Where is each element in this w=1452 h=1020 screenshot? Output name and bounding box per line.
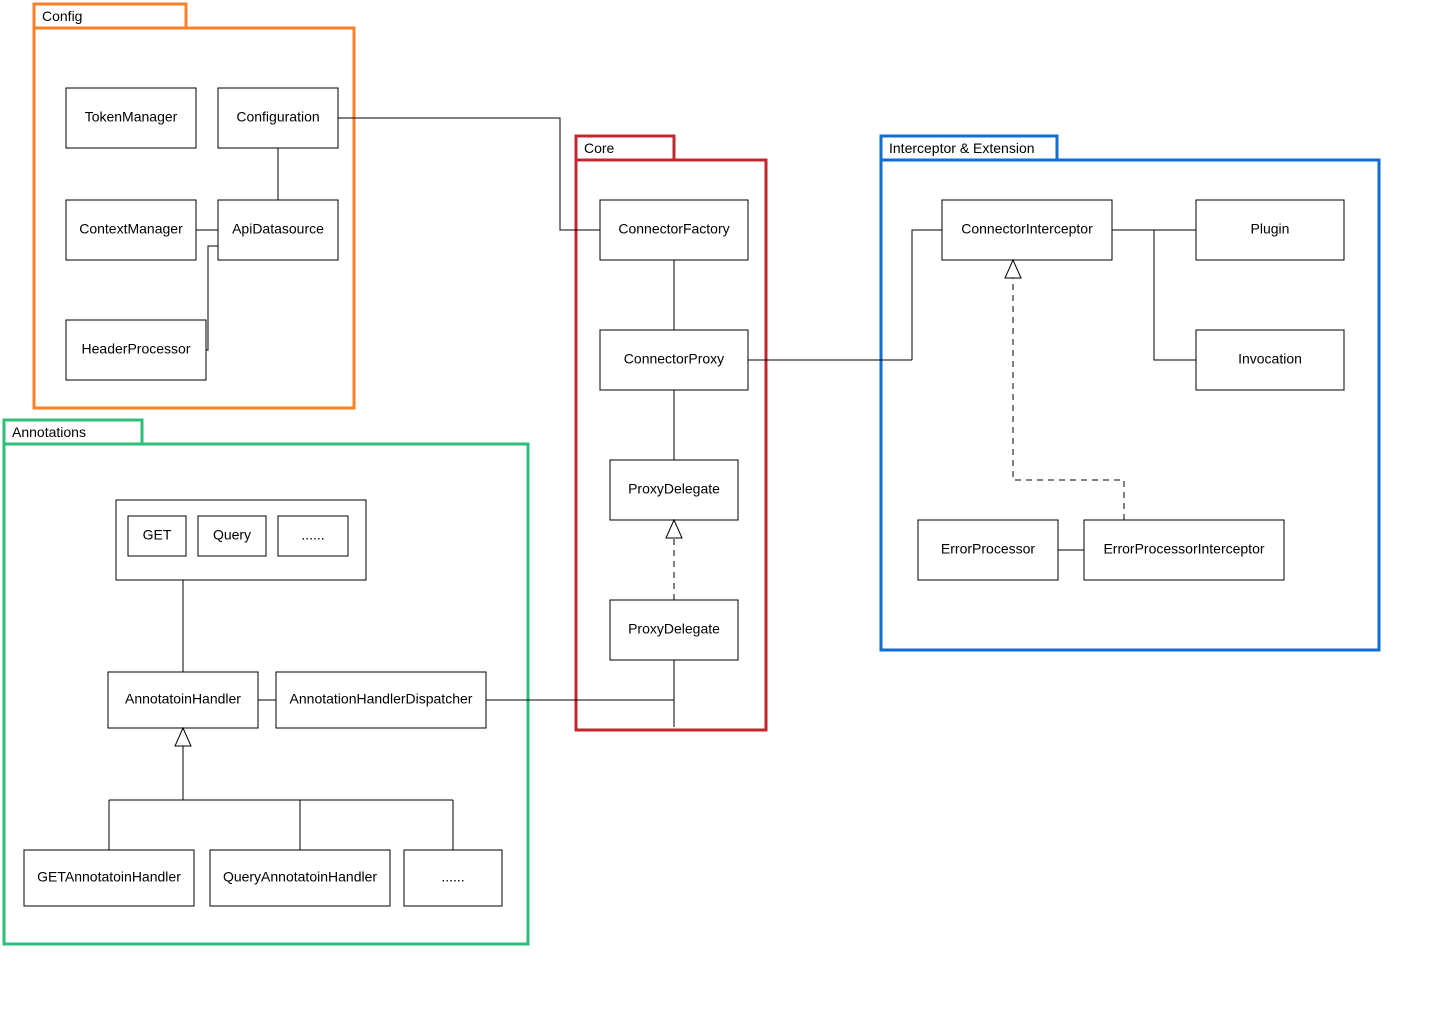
package-interceptor-label: Interceptor & Extension [889,140,1035,156]
svg-text:Plugin: Plugin [1251,221,1290,237]
svg-text:ProxyDelegate: ProxyDelegate [628,621,720,637]
box-connector-proxy: ConnectorProxy [600,330,748,390]
package-core-label: Core [584,140,615,156]
box-query-annotation-handler: QueryAnnotatoinHandler [210,850,390,906]
edge-configuration-connectorfactory [338,118,600,230]
svg-text:......: ...... [301,527,324,543]
package-config-label: Config [42,8,82,24]
box-proxy-delegate-1: ProxyDelegate [610,460,738,520]
box-plugin: Plugin [1196,200,1344,260]
svg-text:GET: GET [143,527,172,543]
box-get-annotation-handler: GETAnnotatoinHandler [24,850,194,906]
box-invocation: Invocation [1196,330,1344,390]
box-connector-factory: ConnectorFactory [600,200,748,260]
box-header-processor: HeaderProcessor [66,320,206,380]
package-annotations-label: Annotations [12,424,86,440]
box-more-handlers: ...... [404,850,502,906]
svg-text:AnnotatoinHandler: AnnotatoinHandler [125,691,241,707]
box-annotation-handler: AnnotatoinHandler [108,672,258,728]
box-api-datasource: ApiDatasource [218,200,338,260]
svg-text:TokenManager: TokenManager [85,109,178,125]
svg-text:QueryAnnotatoinHandler: QueryAnnotatoinHandler [223,869,377,885]
svg-text:Invocation: Invocation [1238,351,1302,367]
box-error-processor: ErrorProcessor [918,520,1058,580]
box-token-manager: TokenManager [66,88,196,148]
svg-text:ApiDatasource: ApiDatasource [232,221,324,237]
svg-text:ProxyDelegate: ProxyDelegate [628,481,720,497]
svg-text:Query: Query [213,527,251,543]
svg-text:ContextManager: ContextManager [79,221,183,237]
box-configuration: Configuration [218,88,338,148]
box-connector-interceptor: ConnectorInterceptor [942,200,1112,260]
box-annotation-top-group: GET Query ...... [116,500,366,580]
svg-text:Configuration: Configuration [236,109,319,125]
box-proxy-delegate-2: ProxyDelegate [610,600,738,660]
box-error-processor-interceptor: ErrorProcessorInterceptor [1084,520,1284,580]
svg-text:HeaderProcessor: HeaderProcessor [82,341,191,357]
svg-text:GETAnnotatoinHandler: GETAnnotatoinHandler [37,869,181,885]
box-context-manager: ContextManager [66,200,196,260]
svg-text:ErrorProcessor: ErrorProcessor [941,541,1035,557]
box-annotation-handler-dispatcher: AnnotationHandlerDispatcher [276,672,486,728]
svg-text:ConnectorInterceptor: ConnectorInterceptor [961,221,1093,237]
svg-text:......: ...... [441,869,464,885]
svg-text:ErrorProcessorInterceptor: ErrorProcessorInterceptor [1103,541,1264,557]
svg-text:ConnectorFactory: ConnectorFactory [618,221,729,237]
svg-text:ConnectorProxy: ConnectorProxy [624,351,724,367]
svg-text:AnnotationHandlerDispatcher: AnnotationHandlerDispatcher [290,691,473,707]
